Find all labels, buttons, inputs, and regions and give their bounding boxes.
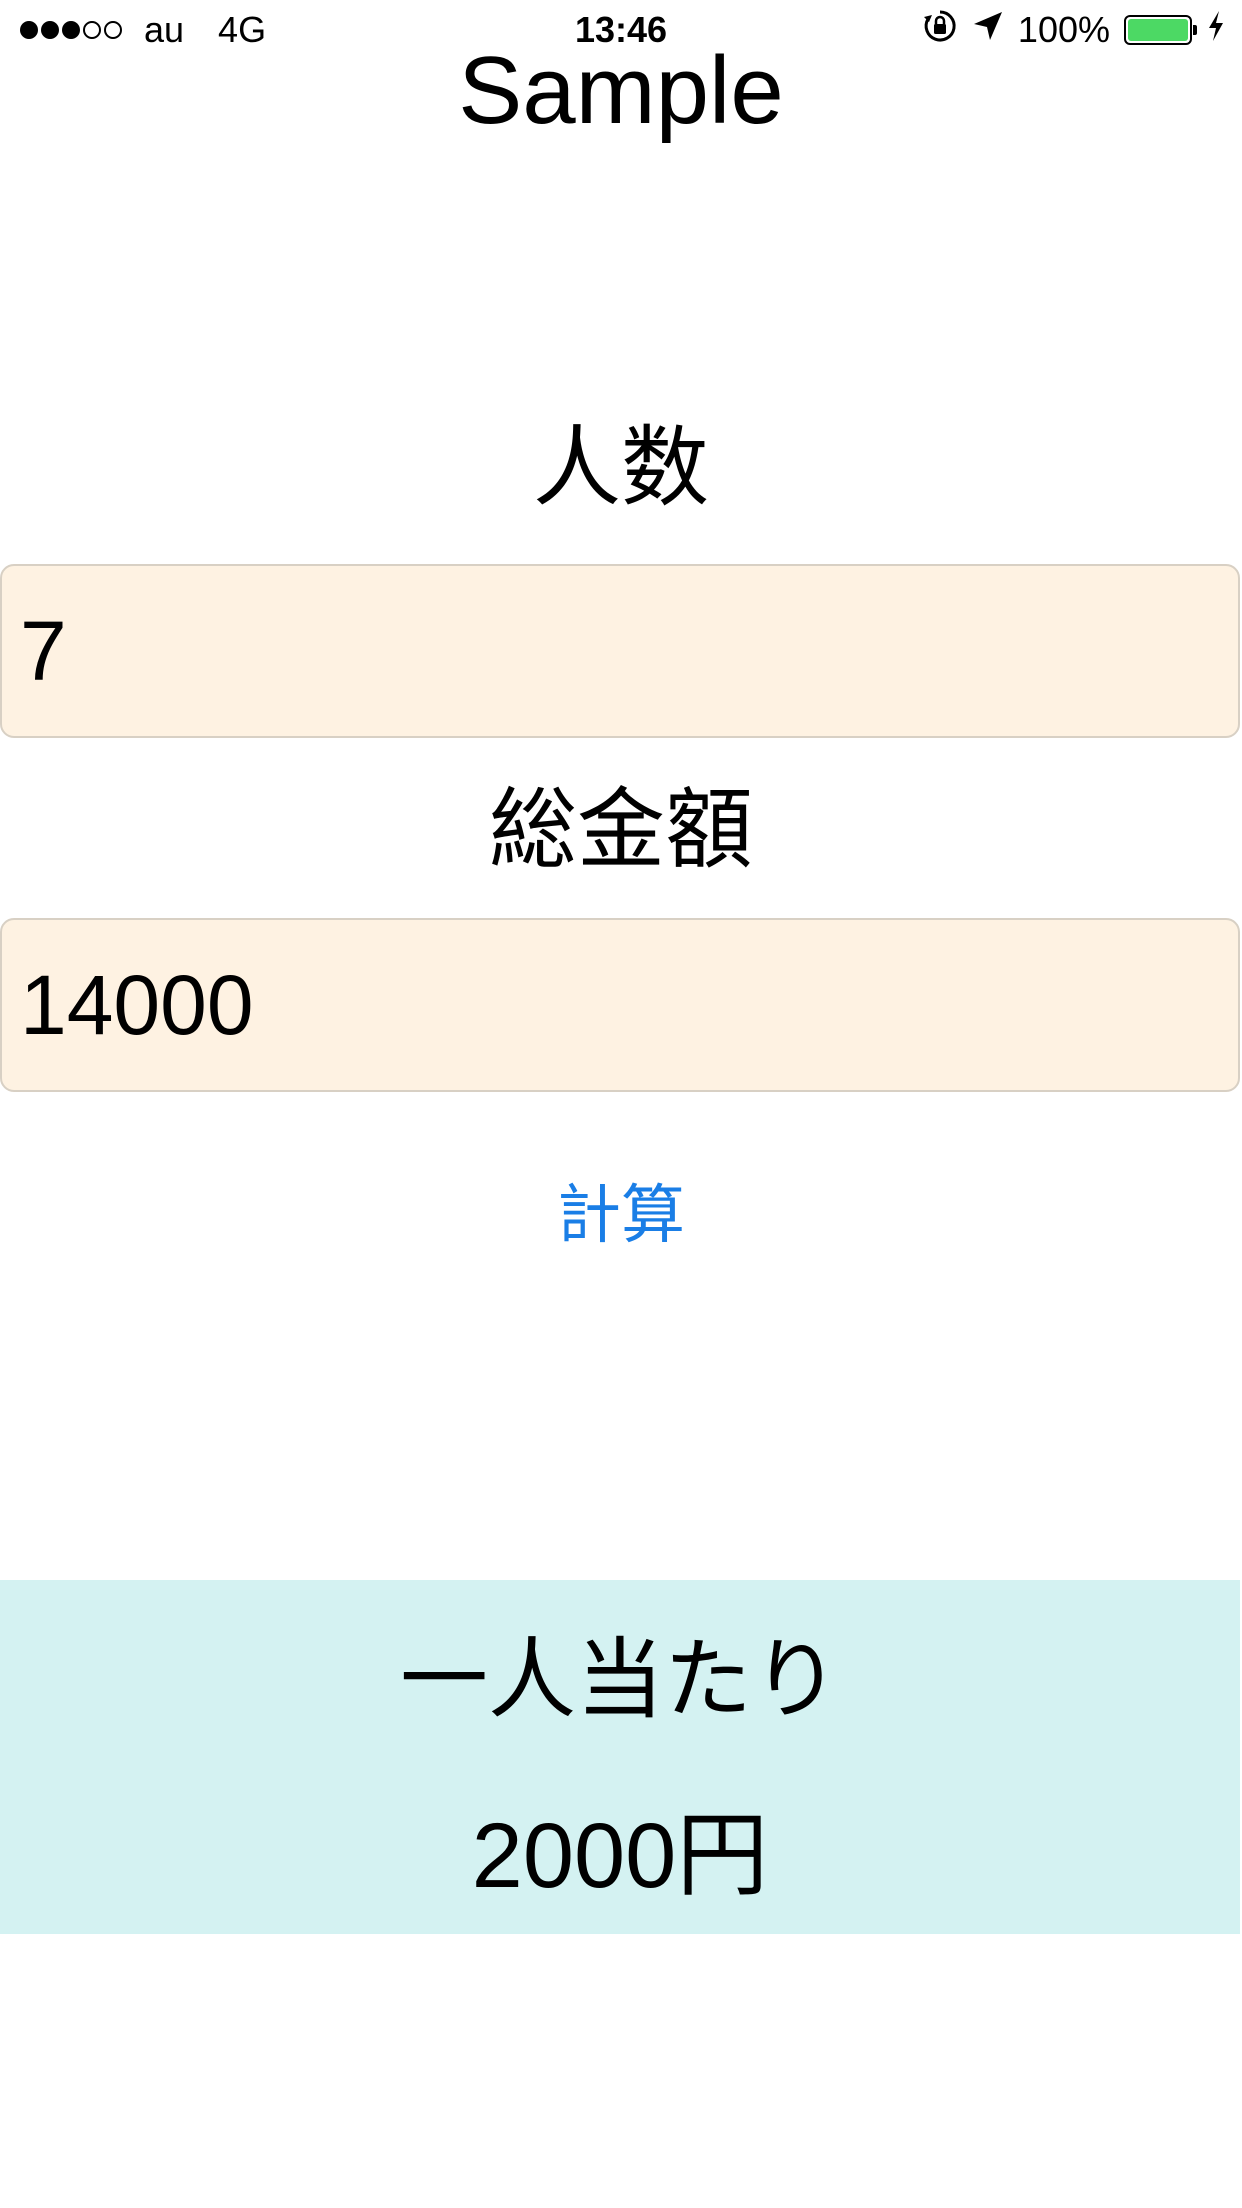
page-title: Sample [458, 37, 784, 144]
total-amount-input[interactable] [0, 918, 1240, 1092]
per-person-label: 一人当たり [399, 1630, 840, 1729]
people-label: 人数 [532, 418, 709, 517]
total-amount-label: 総金額 [488, 780, 753, 879]
calculate-button[interactable]: 計算 [0, 1170, 1242, 1260]
result-panel: 一人当たり 2000円 [0, 1580, 1240, 1934]
per-person-amount: 2000円 [471, 1805, 769, 1907]
people-count-input[interactable] [0, 564, 1240, 738]
